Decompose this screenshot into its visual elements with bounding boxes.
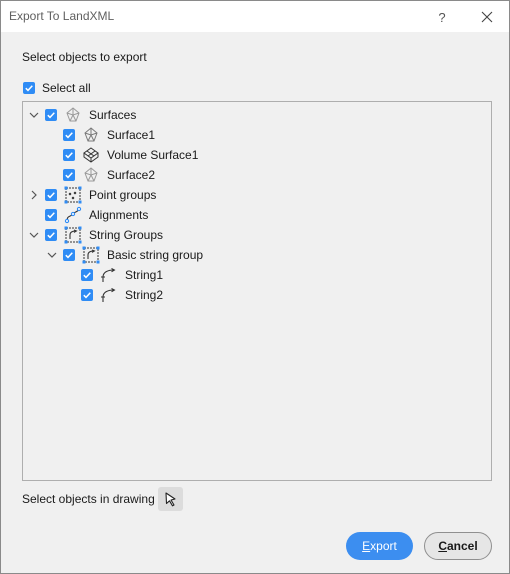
- cancel-label-rest: ancel: [446, 539, 478, 553]
- cancel-mnemonic: C: [438, 539, 447, 553]
- chevron-down-icon: [29, 232, 39, 238]
- string-group-icon: [64, 226, 82, 244]
- tree-checkbox[interactable]: [45, 109, 57, 121]
- point-group-icon: [64, 186, 82, 204]
- tree-expander[interactable]: [27, 228, 41, 242]
- string-icon: [100, 286, 118, 304]
- object-tree[interactable]: Surfaces Surface1 Volume Surface1 Surfac…: [22, 101, 492, 481]
- section-label: Select objects to export: [22, 50, 147, 64]
- tree-item-surface2[interactable]: Surface2: [63, 165, 155, 185]
- check-icon: [47, 112, 55, 119]
- export-button[interactable]: Export: [346, 532, 413, 560]
- string-group-icon: [82, 246, 100, 264]
- chevron-down-icon: [29, 112, 39, 118]
- tree-item-string1[interactable]: String1: [81, 265, 163, 285]
- alignment-icon: [64, 206, 82, 224]
- tree-item-alignments[interactable]: Alignments: [45, 205, 148, 225]
- tree-item-label: Basic string group: [107, 248, 204, 262]
- chevron-down-icon: [47, 252, 57, 258]
- tree-checkbox[interactable]: [63, 149, 75, 161]
- help-label: ?: [438, 9, 446, 25]
- tree-item-label: Surface2: [107, 168, 156, 182]
- tree-item-string2[interactable]: String2: [81, 285, 163, 305]
- check-icon: [65, 172, 73, 179]
- dialog-title: Export To LandXML: [9, 9, 115, 23]
- surface-icon: [82, 166, 100, 184]
- tree-expander[interactable]: [45, 248, 59, 262]
- tree-checkbox[interactable]: [81, 269, 93, 281]
- help-button[interactable]: ?: [431, 6, 453, 28]
- check-icon: [83, 272, 91, 279]
- tree-item-surfaces[interactable]: Surfaces: [27, 105, 136, 125]
- export-label-rest: xport: [370, 539, 397, 553]
- select-in-drawing-label: Select objects in drawing: [22, 492, 155, 506]
- volume-surface-icon: [82, 146, 100, 164]
- tree-item-point-groups[interactable]: Point groups: [27, 185, 156, 205]
- tree-checkbox[interactable]: [81, 289, 93, 301]
- select-all-row[interactable]: Select all: [23, 81, 91, 95]
- surfaces-icon: [64, 106, 82, 124]
- check-icon: [65, 152, 73, 159]
- check-icon: [65, 132, 73, 139]
- tree-item-basic-string-group[interactable]: Basic string group: [45, 245, 203, 265]
- check-icon: [83, 292, 91, 299]
- string-icon: [100, 266, 118, 284]
- tree-item-label: Surfaces: [89, 108, 137, 122]
- tree-item-surface1[interactable]: Surface1: [63, 125, 155, 145]
- tree-checkbox[interactable]: [45, 209, 57, 221]
- check-icon: [47, 212, 55, 219]
- check-icon: [47, 232, 55, 239]
- tree-checkbox[interactable]: [45, 189, 57, 201]
- tree-checkbox[interactable]: [63, 129, 75, 141]
- tree-item-label: Surface1: [107, 128, 156, 142]
- tree-item-label: Alignments: [89, 208, 149, 222]
- tree-item-volume-surface1[interactable]: Volume Surface1: [63, 145, 198, 165]
- tree-item-label: String1: [125, 268, 164, 282]
- close-button[interactable]: [473, 6, 501, 28]
- tree-expander[interactable]: [27, 188, 41, 202]
- check-icon: [47, 192, 55, 199]
- export-landxml-dialog: Export To LandXML ? Select objects to ex…: [0, 0, 510, 574]
- export-mnemonic: E: [362, 539, 371, 553]
- tree-item-label: String Groups: [89, 228, 164, 242]
- pick-objects-button[interactable]: [158, 487, 183, 511]
- cancel-button[interactable]: Cancel: [424, 532, 492, 560]
- select-all-label: Select all: [42, 81, 91, 95]
- check-icon: [25, 85, 33, 92]
- tree-checkbox[interactable]: [63, 249, 75, 261]
- tree-item-label: Volume Surface1: [107, 148, 199, 162]
- check-icon: [65, 252, 73, 259]
- tree-checkbox[interactable]: [45, 229, 57, 241]
- tree-expander[interactable]: [27, 108, 41, 122]
- tree-item-label: Point groups: [89, 188, 157, 202]
- cursor-arrow-icon: [164, 492, 176, 507]
- tree-item-string-groups[interactable]: String Groups: [27, 225, 163, 245]
- select-all-checkbox[interactable]: [23, 82, 35, 94]
- close-icon: [481, 11, 493, 23]
- tree-item-label: String2: [125, 288, 164, 302]
- chevron-right-icon: [31, 190, 37, 200]
- tree-checkbox[interactable]: [63, 169, 75, 181]
- surface-icon: [82, 126, 100, 144]
- title-bar: Export To LandXML ?: [1, 1, 509, 32]
